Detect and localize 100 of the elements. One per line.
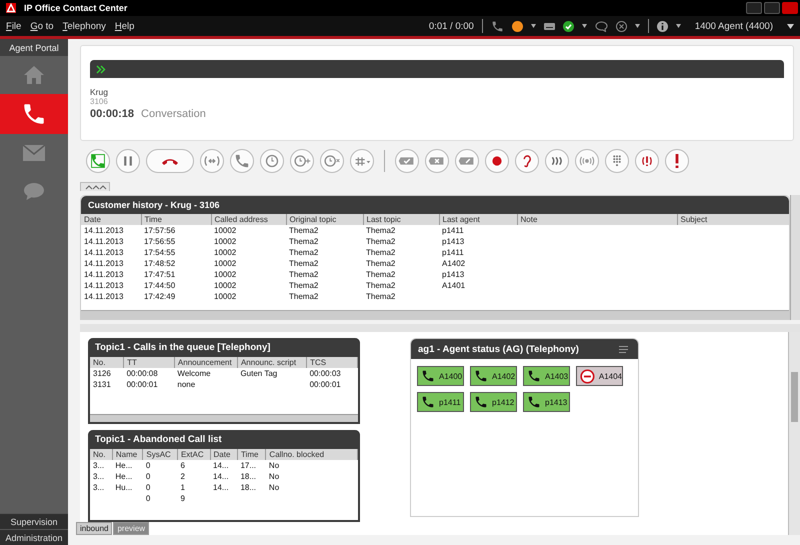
tag-cross-button[interactable] — [425, 149, 449, 173]
table-cell: 10002 — [214, 292, 236, 301]
table-cell: 00:00:03 — [310, 369, 341, 378]
agent-tile[interactable]: p1412 — [470, 392, 517, 412]
column-header[interactable]: Callno. blocked — [266, 449, 358, 460]
column-header[interactable]: No. — [90, 449, 112, 460]
pause-button[interactable] — [116, 149, 140, 173]
column-header[interactable]: Date — [210, 449, 238, 460]
column-header[interactable]: Name — [112, 449, 143, 460]
column-header[interactable]: Note — [517, 214, 677, 225]
caret-icon[interactable] — [530, 24, 536, 28]
agent-tile[interactable]: A1400 — [417, 366, 464, 386]
column-header[interactable]: Last topic — [363, 214, 439, 225]
agent-tile[interactable]: p1413 — [523, 392, 570, 412]
keypad-button[interactable] — [605, 149, 629, 173]
clock-plus-button[interactable] — [290, 149, 314, 173]
transfer-button[interactable] — [200, 149, 224, 173]
agent-tile[interactable]: A1402 — [470, 366, 517, 386]
agent-tile[interactable]: p1411 — [417, 392, 464, 412]
vertical-scrollbar[interactable] — [790, 195, 800, 320]
exclamation-button[interactable] — [665, 149, 689, 173]
caret-icon[interactable] — [634, 24, 640, 28]
broadcast-button[interactable] — [575, 149, 599, 173]
sidebar-nav-item[interactable] — [0, 94, 68, 134]
column-header[interactable]: ExtAC — [177, 449, 210, 460]
sidebar-link[interactable]: Administration — [0, 529, 68, 545]
table-cell: 0 — [146, 494, 150, 503]
caret-icon[interactable] — [582, 24, 587, 28]
table-cell: 17:44:50 — [144, 281, 176, 290]
table-cell: He... — [115, 461, 132, 470]
check-circle-icon[interactable] — [562, 20, 574, 32]
column-header[interactable]: SysAC — [142, 449, 178, 460]
menu-item[interactable]: File — [6, 20, 22, 32]
table-cell: 14... — [213, 483, 229, 492]
envelope-icon — [23, 145, 45, 161]
table-cell: p1411 — [442, 226, 464, 235]
hang-up-button[interactable] — [146, 149, 194, 173]
vertical-scrollbar[interactable] — [788, 332, 800, 535]
table-cell: 00:00:08 — [126, 369, 158, 378]
caret-icon[interactable] — [676, 24, 681, 28]
table-cell: Thema2 — [289, 248, 318, 257]
tag-edit-button[interactable] — [455, 149, 479, 173]
column-header[interactable]: Subject — [677, 214, 789, 225]
callback-button[interactable] — [230, 149, 254, 173]
dropdown-caret-icon[interactable] — [787, 24, 794, 28]
clock-button[interactable] — [260, 149, 284, 173]
sound-waves-button[interactable] — [545, 149, 569, 173]
accept-call-button[interactable] — [86, 149, 110, 173]
phone-icon — [527, 369, 541, 383]
table-cell: 17... — [240, 461, 256, 470]
view-tab[interactable]: inbound — [76, 522, 112, 535]
table-cell: He... — [115, 472, 132, 481]
maximize-button[interactable] — [764, 2, 780, 14]
table-cell: A1402 — [442, 259, 466, 268]
horizontal-scrollbar[interactable] — [81, 310, 789, 319]
alert-waves-button[interactable] — [635, 149, 659, 173]
column-header[interactable]: No. — [90, 357, 124, 368]
collapse-handle[interactable] — [80, 182, 110, 191]
table-cell: Thema2 — [366, 281, 396, 290]
column-header[interactable]: TT — [124, 357, 174, 368]
info-icon[interactable] — [656, 20, 668, 32]
table-cell: 10002 — [214, 248, 236, 257]
keyboard-icon[interactable] — [544, 22, 555, 30]
chat-bubble-icon[interactable] — [594, 20, 608, 32]
column-header[interactable]: Time — [141, 214, 211, 225]
table-cell: 1 — [180, 483, 185, 492]
table-cell: 10002 — [214, 281, 236, 290]
minimize-button[interactable] — [746, 2, 762, 14]
phone-icon[interactable] — [490, 20, 504, 32]
agent-tile[interactable]: A1403 — [523, 366, 570, 386]
table-cell: 3126 — [93, 369, 111, 378]
column-header[interactable]: TCS — [306, 357, 358, 368]
table-cell: 14.11.2013 — [84, 248, 124, 257]
table-cell: 0 — [146, 483, 150, 492]
tag-check-button[interactable] — [395, 149, 419, 173]
menu-item[interactable]: Go to — [30, 20, 54, 32]
horizontal-scrollbar[interactable] — [90, 414, 358, 422]
column-header[interactable]: Announc. script — [237, 357, 307, 368]
column-header[interactable]: Date — [81, 214, 141, 225]
column-header[interactable]: Called address — [211, 214, 286, 225]
clock-cross-button[interactable] — [320, 149, 344, 173]
status-dot-icon[interactable] — [512, 20, 523, 32]
table-cell: p1411 — [442, 248, 464, 257]
column-header[interactable]: Time — [237, 449, 266, 460]
column-header[interactable]: Original topic — [286, 214, 363, 225]
agent-name: 1400 Agent (4400) — [694, 20, 773, 32]
record-button[interactable] — [485, 149, 509, 173]
menu-item[interactable]: Help — [114, 20, 134, 32]
column-header[interactable]: Last agent — [439, 214, 517, 225]
table-cell: 3... — [93, 472, 104, 481]
sidebar-link[interactable]: Supervision — [0, 513, 68, 529]
agent-tile[interactable]: A1404 — [576, 366, 623, 386]
panel-title: Customer history - Krug - 3106 — [81, 196, 789, 214]
table-cell: Thema2 — [366, 292, 396, 301]
menu-icon[interactable] — [619, 346, 630, 352]
column-header[interactable]: Announcement — [174, 357, 238, 368]
close-circle-icon[interactable] — [616, 20, 627, 32]
menu-item[interactable]: Telephony — [62, 20, 106, 32]
hash-menu-button[interactable] — [350, 149, 374, 173]
call-timer: 0:01 / 0:00 — [428, 20, 474, 32]
